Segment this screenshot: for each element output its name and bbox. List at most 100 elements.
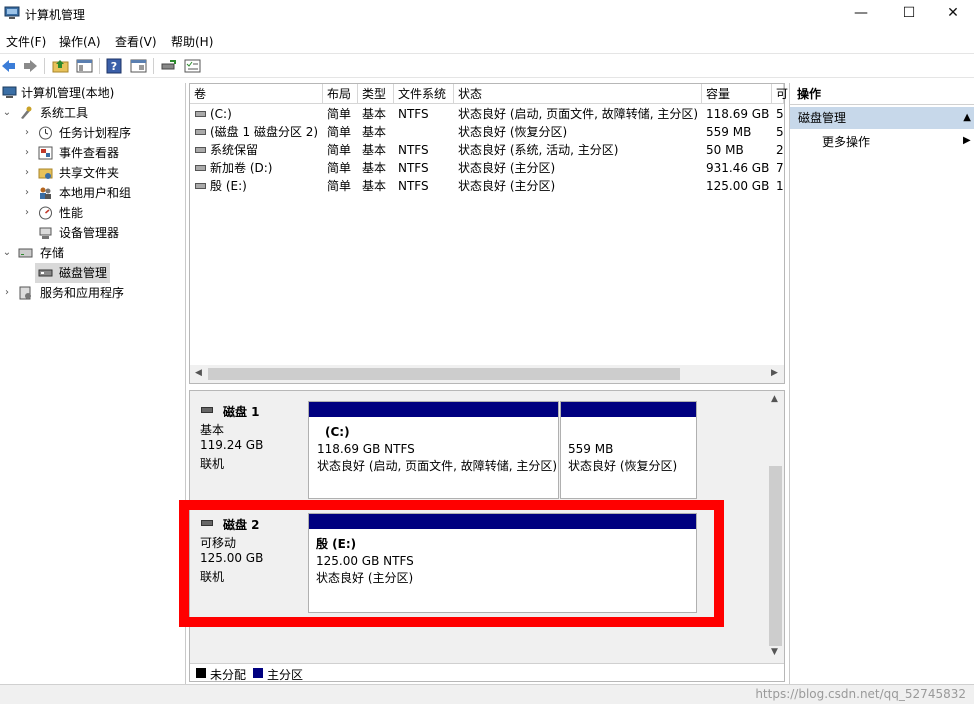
device-manager-icon bbox=[39, 227, 52, 239]
partition-c[interactable]: (C:) 118.69 GB NTFS 状态良好 (启动, 页面文件, 故障转储… bbox=[308, 401, 559, 499]
close-button[interactable]: ✕ bbox=[930, 0, 974, 28]
help-icon[interactable]: ? bbox=[106, 58, 123, 74]
checklist-icon[interactable] bbox=[184, 58, 201, 74]
table-row[interactable]: 系统保留 简单 基本 NTFS 状态良好 (系统, 活动, 主分区) 50 MB… bbox=[190, 141, 784, 159]
table-row[interactable]: 新加卷 (D:) 简单 基本 NTFS 状态良好 (主分区) 931.46 GB… bbox=[190, 159, 784, 177]
rescan-disks-icon[interactable] bbox=[160, 58, 177, 74]
table-row[interactable]: (C:) 简单 基本 NTFS 状态良好 (启动, 页面文件, 故障转储, 主分… bbox=[190, 105, 784, 123]
column-header-volume[interactable]: 卷 bbox=[190, 84, 323, 104]
submenu-arrow-icon[interactable]: ▶ bbox=[963, 135, 971, 146]
maximize-button[interactable]: ☐ bbox=[886, 0, 932, 28]
disk-kind: 基本 bbox=[200, 423, 225, 437]
chevron-down-icon[interactable]: ⌄ bbox=[2, 103, 12, 123]
services-icon bbox=[19, 286, 31, 300]
chevron-down-icon[interactable]: ⌄ bbox=[2, 243, 12, 263]
tree-item-computer-management[interactable]: 计算机管理(本地) bbox=[0, 83, 185, 103]
table-row[interactable]: (磁盘 1 磁盘分区 2) 简单 基本 状态良好 (恢复分区) 559 MB 5 bbox=[190, 123, 784, 141]
menu-help[interactable]: 帮助(H) bbox=[171, 33, 213, 50]
column-header-status[interactable]: 状态 bbox=[454, 84, 702, 104]
disk-size: 119.24 GB bbox=[200, 438, 264, 452]
partition-detail: 559 MB bbox=[568, 442, 614, 456]
legend-label-unallocated: 未分配 bbox=[210, 668, 247, 682]
cell-volume: 殷 (E:) bbox=[210, 179, 247, 193]
column-header-free[interactable]: 可 bbox=[772, 84, 788, 104]
properties-icon[interactable] bbox=[130, 58, 147, 74]
menu-file[interactable]: 文件(F) bbox=[6, 33, 46, 50]
scroll-up-icon[interactable]: ▲ bbox=[771, 394, 778, 404]
cell-free: 5 bbox=[776, 125, 784, 139]
partition-recovery[interactable]: 559 MB 状态良好 (恢复分区) bbox=[560, 401, 697, 499]
tree-label: 存储 bbox=[40, 246, 65, 260]
up-folder-icon[interactable] bbox=[52, 58, 69, 74]
tree-item-storage[interactable]: ⌄ 存储 bbox=[0, 243, 185, 263]
tree-item-shared-folders[interactable]: › 共享文件夹 bbox=[0, 163, 185, 183]
volume-icon bbox=[195, 111, 206, 117]
tree-item-task-scheduler[interactable]: › 任务计划程序 bbox=[0, 123, 185, 143]
tree-item-disk-management[interactable]: 磁盘管理 bbox=[35, 263, 110, 283]
menu-action[interactable]: 操作(A) bbox=[59, 33, 101, 50]
cell-free: 2 bbox=[776, 143, 784, 157]
horizontal-scrollbar[interactable]: ◀ ▶ bbox=[190, 365, 784, 383]
tree-item-device-manager[interactable]: 设备管理器 bbox=[0, 223, 185, 243]
chevron-right-icon[interactable]: › bbox=[22, 203, 32, 223]
title-bar: 计算机管理 — ☐ ✕ bbox=[0, 0, 974, 28]
scroll-left-icon[interactable]: ◀ bbox=[195, 368, 202, 378]
tree-item-system-tools[interactable]: ⌄ 系统工具 bbox=[0, 103, 185, 123]
cell-free: 5 bbox=[776, 107, 784, 121]
disk-1-label[interactable]: 磁盘 1 基本 119.24 GB 联机 bbox=[194, 397, 304, 497]
toolbar-separator bbox=[99, 58, 100, 74]
tree-item-services-applications[interactable]: › 服务和应用程序 bbox=[0, 283, 185, 303]
chevron-right-icon[interactable]: › bbox=[22, 123, 32, 143]
tree-item-local-users[interactable]: › 本地用户和组 bbox=[0, 183, 185, 203]
menu-view[interactable]: 查看(V) bbox=[115, 33, 157, 50]
show-hide-tree-icon[interactable] bbox=[76, 58, 93, 74]
cell-layout: 简单 bbox=[327, 143, 352, 157]
column-header-capacity[interactable]: 容量 bbox=[702, 84, 772, 104]
actions-section-disk-management[interactable]: 磁盘管理 ▲ bbox=[790, 107, 974, 129]
performance-icon bbox=[39, 206, 52, 220]
disk-state: 联机 bbox=[200, 457, 225, 471]
chevron-right-icon[interactable]: › bbox=[22, 163, 32, 183]
disk-size: 125.00 GB bbox=[200, 551, 264, 565]
partition-title: (C:) bbox=[325, 425, 350, 439]
table-row[interactable]: 殷 (E:) 简单 基本 NTFS 状态良好 (主分区) 125.00 GB 1 bbox=[190, 177, 784, 195]
cell-filesystem: NTFS bbox=[398, 107, 429, 121]
back-arrow-icon[interactable] bbox=[0, 58, 17, 74]
column-header-type[interactable]: 类型 bbox=[358, 84, 394, 104]
column-header-filesystem[interactable]: 文件系统 bbox=[394, 84, 454, 104]
tree-label: 本地用户和组 bbox=[59, 186, 132, 200]
disk-name: 磁盘 1 bbox=[223, 405, 260, 419]
tree-item-performance[interactable]: › 性能 bbox=[0, 203, 185, 223]
chevron-right-icon[interactable]: › bbox=[22, 183, 32, 203]
cell-layout: 简单 bbox=[327, 179, 352, 193]
scrollbar-thumb[interactable] bbox=[208, 368, 680, 380]
disk-2-label[interactable]: 磁盘 2 可移动 125.00 GB 联机 bbox=[194, 509, 304, 617]
cell-free: 1 bbox=[776, 179, 784, 193]
cell-status: 状态良好 (启动, 页面文件, 故障转储, 主分区) bbox=[458, 107, 699, 121]
column-header-layout[interactable]: 布局 bbox=[323, 84, 358, 104]
toolbar-separator bbox=[44, 58, 45, 74]
disk-icon bbox=[201, 407, 213, 413]
users-icon bbox=[40, 187, 51, 199]
forward-arrow-icon[interactable] bbox=[22, 58, 39, 74]
scroll-right-icon[interactable]: ▶ bbox=[771, 368, 778, 378]
section-label: 磁盘管理 bbox=[798, 111, 847, 125]
scroll-down-icon[interactable]: ▼ bbox=[771, 647, 778, 657]
chevron-right-icon[interactable]: › bbox=[22, 143, 32, 163]
cell-volume: (C:) bbox=[210, 107, 232, 121]
svg-text:?: ? bbox=[111, 60, 117, 73]
cell-status: 状态良好 (主分区) bbox=[458, 161, 556, 175]
more-actions-link[interactable]: 更多操作 bbox=[822, 133, 870, 150]
tree-label: 设备管理器 bbox=[59, 226, 120, 240]
partition-e[interactable]: 殷 (E:) 125.00 GB NTFS 状态良好 (主分区) bbox=[308, 513, 697, 613]
partition-status: 状态良好 (恢复分区) bbox=[568, 459, 678, 473]
legend: 未分配 主分区 bbox=[190, 663, 784, 682]
scrollbar-thumb[interactable] bbox=[769, 466, 782, 646]
chevron-right-icon[interactable]: › bbox=[2, 283, 12, 303]
tree-label: 计算机管理(本地) bbox=[21, 86, 115, 100]
vertical-scrollbar[interactable]: ▲ ▼ bbox=[767, 391, 784, 661]
minimize-button[interactable]: — bbox=[838, 0, 884, 28]
cell-layout: 简单 bbox=[327, 161, 352, 175]
collapse-up-icon[interactable]: ▲ bbox=[963, 107, 971, 129]
tree-item-event-viewer[interactable]: › 事件查看器 bbox=[0, 143, 185, 163]
